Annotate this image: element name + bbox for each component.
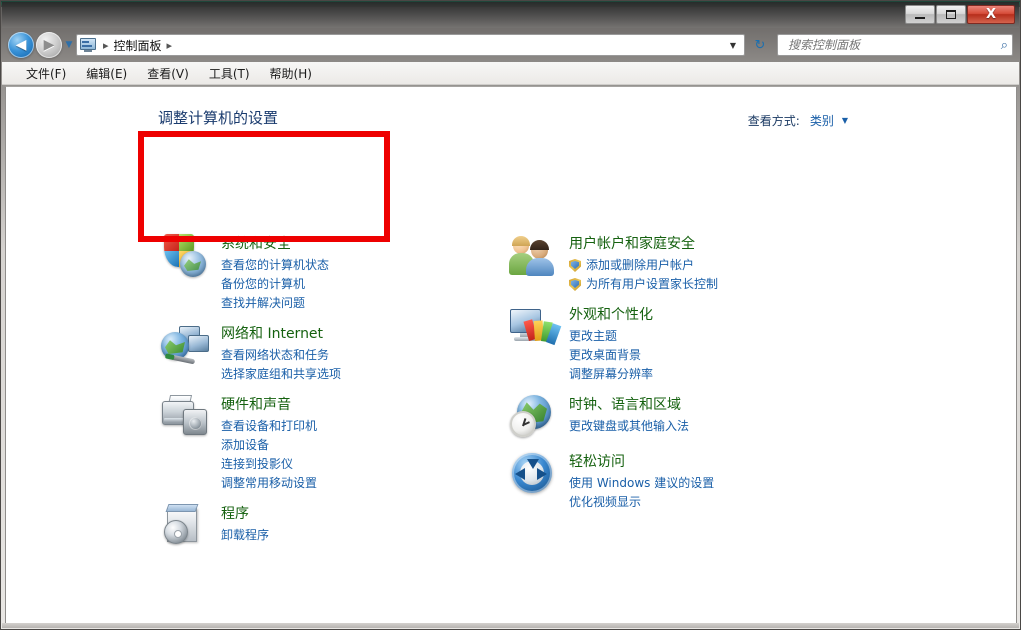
menu-item-view[interactable]: 查看(V) [137, 63, 199, 84]
category-clock-language-and-region: 时钟、语言和区域 更改键盘或其他输入法 [509, 393, 809, 441]
category-column-right: 用户帐户和家庭安全 添加或删除用户帐户 为所有用户设置家长控制 外观和个性化 更… [509, 232, 809, 521]
refresh-icon: ↻ [754, 37, 766, 53]
maximize-icon [946, 10, 956, 19]
category-link[interactable]: 调整屏幕分辨率 [569, 365, 653, 384]
menu-bar: 文件(F) 编辑(E) 查看(V) 工具(T) 帮助(H) [2, 62, 1019, 85]
category-link[interactable]: 更改键盘或其他输入法 [569, 417, 689, 436]
category-link[interactable]: 查找并解决问题 [221, 294, 329, 313]
category-title[interactable]: 系统和安全 [221, 235, 329, 254]
menu-item-edit[interactable]: 编辑(E) [76, 63, 137, 84]
category-user-accounts-and-family-safety: 用户帐户和家庭安全 添加或删除用户帐户 为所有用户设置家长控制 [509, 232, 809, 294]
appearance-monitor-icon [509, 303, 562, 351]
address-bar[interactable]: ▸ 控制面板 ▸ ▼ [76, 34, 745, 56]
view-by-label: 查看方式: [747, 114, 800, 128]
network-globe-icon [161, 322, 209, 370]
close-icon: X [985, 7, 997, 22]
refresh-button[interactable]: ↻ [748, 33, 772, 57]
category-link[interactable]: 优化视频显示 [569, 493, 714, 512]
category-link[interactable]: 更改桌面背景 [569, 346, 653, 365]
category-link[interactable]: 卸载程序 [221, 526, 269, 545]
category-title[interactable]: 外观和个性化 [569, 306, 653, 325]
security-shield-icon [161, 232, 209, 280]
maximize-button[interactable] [936, 5, 966, 24]
category-link-label: 添加或删除用户帐户 [586, 258, 695, 272]
category-title[interactable]: 轻松访问 [569, 453, 714, 472]
users-icon [509, 232, 557, 280]
category-link[interactable]: 调整常用移动设置 [221, 474, 317, 493]
category-link[interactable]: 添加或删除用户帐户 [569, 256, 718, 275]
category-link-label: 为所有用户设置家长控制 [586, 277, 719, 291]
recent-pages-button[interactable]: ▼ [62, 40, 76, 50]
category-column-left: 系统和安全 查看您的计算机状态 备份您的计算机 查找并解决问题 网络和 Inte… [161, 232, 441, 559]
category-link[interactable]: 查看网络状态和任务 [221, 346, 341, 365]
menu-item-file[interactable]: 文件(F) [16, 63, 76, 84]
category-link[interactable]: 为所有用户设置家长控制 [569, 275, 718, 294]
chevron-down-icon[interactable]: ▼ [724, 41, 742, 50]
close-button[interactable]: X [967, 5, 1015, 24]
ease-of-access-icon [509, 450, 557, 498]
minimize-icon [915, 17, 925, 19]
breadcrumb-item-control-panel[interactable]: 控制面板 [114, 37, 162, 54]
title-bar: X [2, 2, 1019, 28]
category-link[interactable]: 查看您的计算机状态 [221, 256, 329, 275]
category-link[interactable]: 备份您的计算机 [221, 275, 329, 294]
control-panel-icon [80, 37, 96, 53]
chevron-down-icon[interactable]: ▼ [842, 116, 848, 125]
category-link[interactable]: 添加设备 [221, 436, 317, 455]
category-ease-of-access: 轻松访问 使用 Windows 建议的设置 优化视频显示 [509, 450, 809, 512]
content-pane: 调整计算机的设置 查看方式: 类别 ▼ 系统和安全 查看您的计算机状态 备份您的… [5, 86, 1017, 624]
uac-shield-icon [569, 259, 581, 272]
back-arrow-icon: ◀ [15, 37, 27, 53]
category-title[interactable]: 硬件和声音 [221, 396, 317, 415]
printer-speaker-icon [161, 393, 209, 441]
uac-shield-icon [569, 278, 581, 291]
category-hardware-and-sound: 硬件和声音 查看设备和打印机 添加设备 连接到投影仪 调整常用移动设置 [161, 393, 441, 493]
search-icon: ⌕ [1000, 37, 1008, 53]
category-title[interactable]: 程序 [221, 505, 269, 524]
view-by-control: 查看方式: 类别 ▼ [748, 111, 848, 130]
category-system-and-security: 系统和安全 查看您的计算机状态 备份您的计算机 查找并解决问题 [161, 232, 441, 313]
category-link[interactable]: 连接到投影仪 [221, 455, 317, 474]
category-link[interactable]: 选择家庭组和共享选项 [221, 365, 341, 384]
forward-arrow-icon: ▶ [43, 37, 55, 53]
forward-button[interactable]: ▶ [36, 32, 62, 58]
breadcrumb-separator-1: ▸ [103, 38, 109, 52]
category-programs: 程序 卸载程序 [161, 502, 441, 550]
category-title[interactable]: 用户帐户和家庭安全 [569, 235, 718, 254]
window-controls: X [905, 5, 1015, 24]
control-panel-window: X ◀ ▶ ▼ ▸ 控制面板 ▸ ▼ ↻ 搜索控制面板 ⌕ 文件(F) 编辑(E… [0, 0, 1021, 630]
search-box[interactable]: ⌕ [777, 34, 1013, 56]
category-link[interactable]: 使用 Windows 建议的设置 [569, 474, 714, 493]
minimize-button[interactable] [905, 5, 935, 24]
category-appearance-and-personalization: 外观和个性化 更改主题 更改桌面背景 调整屏幕分辨率 [509, 303, 809, 384]
category-title[interactable]: 网络和 Internet [221, 325, 341, 344]
category-network-and-internet: 网络和 Internet 查看网络状态和任务 选择家庭组和共享选项 [161, 322, 441, 384]
menu-item-help[interactable]: 帮助(H) [260, 63, 322, 84]
menu-item-tools[interactable]: 工具(T) [199, 63, 260, 84]
category-link[interactable]: 查看设备和打印机 [221, 417, 317, 436]
category-link[interactable]: 更改主题 [569, 327, 653, 346]
program-box-icon [161, 502, 209, 550]
breadcrumb-separator-2[interactable]: ▸ [162, 39, 178, 52]
address-toolbar: ◀ ▶ ▼ ▸ 控制面板 ▸ ▼ ↻ ⌕ [2, 28, 1019, 62]
clock-globe-icon [509, 393, 557, 441]
search-input[interactable] [786, 37, 998, 53]
view-by-value[interactable]: 类别 [807, 111, 837, 130]
page-title: 调整计算机的设置 [158, 109, 279, 127]
back-button[interactable]: ◀ [8, 32, 34, 58]
window-bottom-edge [2, 623, 1019, 628]
category-title[interactable]: 时钟、语言和区域 [569, 396, 689, 415]
